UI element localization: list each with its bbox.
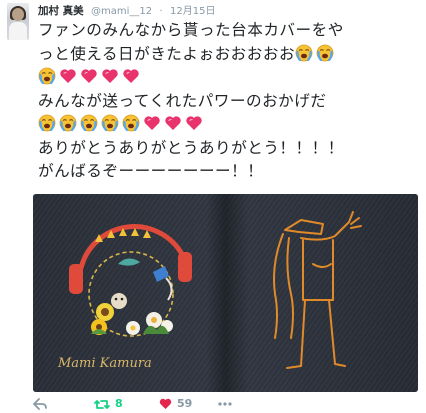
tweet-text-line: みんなが送ってくれたパワーのおかげだ [38, 90, 422, 114]
tweet-text-line: ファンのみんなから貰った台本カバーをや [38, 19, 422, 43]
embroidery-photo: Mami Kamura [33, 194, 418, 392]
retweet-button[interactable]: 8 [94, 396, 123, 412]
handle[interactable]: @mami__12 [91, 6, 152, 17]
retweet-icon [94, 399, 110, 409]
heart-emoji-icon [102, 69, 118, 83]
heart-emoji-icon [60, 69, 76, 83]
loudly-crying-face-icon [295, 44, 313, 61]
tweet-text-line [38, 113, 422, 137]
tweet-text-segment: ファンのみんなから貰った台本カバーをや [38, 21, 344, 39]
tweet-text-segment: っと使える日がきたよぉおおおおお [38, 44, 296, 63]
heart-emoji-icon [144, 116, 160, 130]
reply-icon [33, 398, 47, 410]
avatar-face [12, 8, 24, 21]
loudly-crying-face-icon [316, 44, 334, 61]
tweet-date[interactable]: 12月15日 [170, 6, 215, 17]
tweet-text-line [38, 66, 422, 90]
retweet-count: 8 [115, 397, 123, 410]
tweet-text-segment: みんなが送ってくれたパワーのおかげだ [38, 91, 327, 110]
heart-icon [159, 398, 172, 409]
heart-emoji-icon [123, 69, 139, 83]
tweet-text-line: がんばるぞーーーーーーー！！ [38, 160, 422, 184]
tweet-header: 加村 真美 @mami__12 · 12月15日 [38, 3, 215, 19]
heart-emoji-icon [165, 116, 181, 130]
loudly-crying-face-icon [101, 114, 119, 132]
like-count: 59 [177, 397, 193, 410]
heart-emoji-icon [81, 69, 97, 83]
loudly-crying-face-icon [59, 114, 77, 132]
loudly-crying-face-icon [122, 114, 140, 132]
like-button[interactable]: 59 [159, 396, 192, 412]
loudly-crying-face-icon [80, 114, 98, 132]
heart-emoji-icon [186, 116, 202, 130]
loudly-crying-face-icon [38, 67, 56, 85]
loudly-crying-face-icon [38, 114, 56, 132]
tweet-text-line: っと使える日がきたよぉおおおおお [38, 43, 422, 67]
tweet-text-segment: がんばるぞーーーーーーー！！ [38, 162, 264, 180]
meta-separator: · [159, 6, 163, 17]
tweet-text-segment: ありがとうありがとうありがとう！！！！ [38, 138, 344, 157]
display-name[interactable]: 加村 真美 [38, 5, 84, 17]
more-button[interactable] [218, 396, 232, 412]
reply-button[interactable] [33, 396, 47, 412]
tweet-text-line: ありがとうありがとうありがとう！！！！ [38, 137, 422, 161]
tweet-photo[interactable]: Mami Kamura [33, 194, 418, 392]
tweet-text: ファンのみんなから貰った台本カバーをや っと使える日がきたよぉおおおおおみんなが送… [38, 19, 422, 184]
embroidery-text: Mami Kamura [57, 356, 152, 371]
avatar-body [9, 22, 27, 40]
more-icon [218, 402, 232, 406]
avatar[interactable] [7, 3, 29, 40]
